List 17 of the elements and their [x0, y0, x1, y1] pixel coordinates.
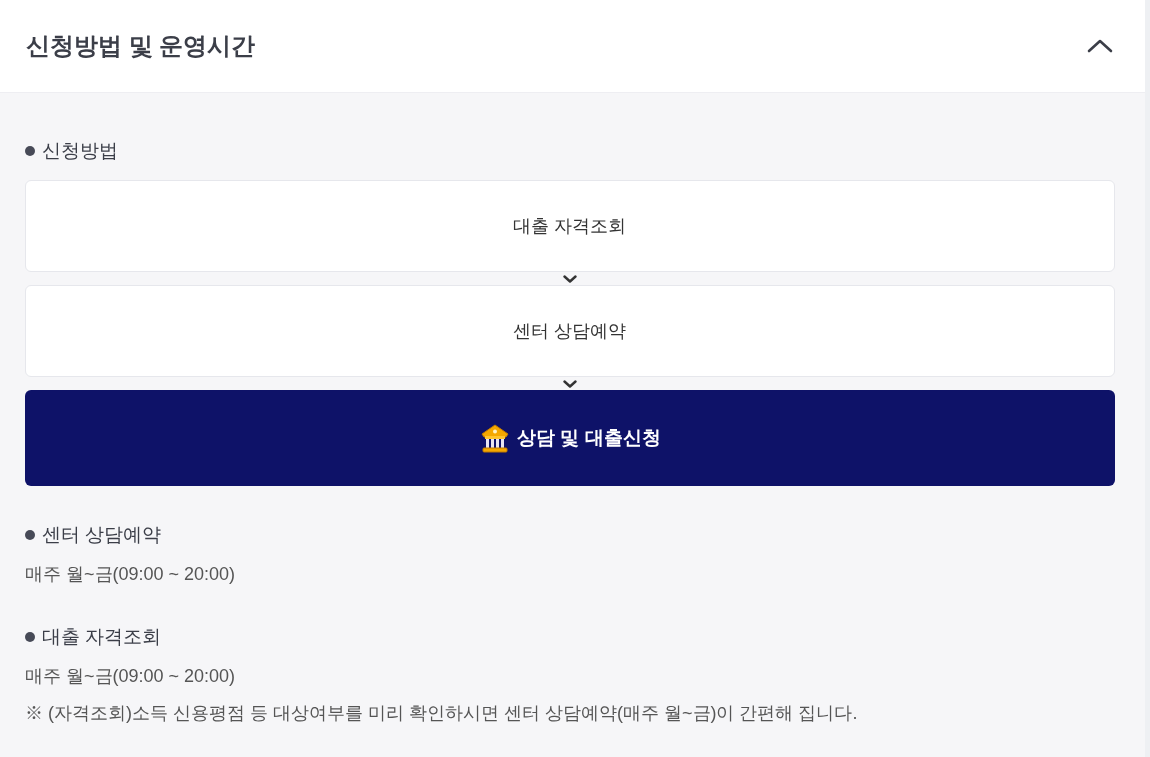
schedule-text: 매주 월~금(09:00 ~ 20:00) — [25, 665, 237, 688]
bullet-icon — [25, 530, 35, 540]
section-heading: 신청방법 — [42, 139, 118, 163]
bullet-icon — [25, 632, 35, 642]
panel-title: 신청방법 및 운영시간 — [26, 31, 256, 61]
chevron-down-icon — [563, 379, 577, 388]
step-label: 대출 자격조회 — [513, 215, 627, 238]
section-heading: 센터 상담예약 — [42, 523, 162, 547]
chevron-down-icon — [563, 274, 577, 283]
step-label: 센터 상담예약 — [513, 320, 627, 343]
section-heading: 대출 자격조회 — [42, 625, 162, 649]
collapse-toggle[interactable] — [1087, 39, 1113, 53]
schedule-text: 매주 월~금(09:00 ~ 20:00) — [25, 563, 237, 586]
note-text: ※ (자격조회)소득 신용평점 등 대상여부를 미리 확인하시면 센터 상담예약(매주 월~금)이 간편해 집니다. — [25, 702, 859, 725]
chevron-up-icon — [1087, 39, 1113, 53]
apply-button[interactable]: 상담 및 대출신청 — [25, 390, 1115, 486]
bullet-icon — [25, 146, 35, 156]
